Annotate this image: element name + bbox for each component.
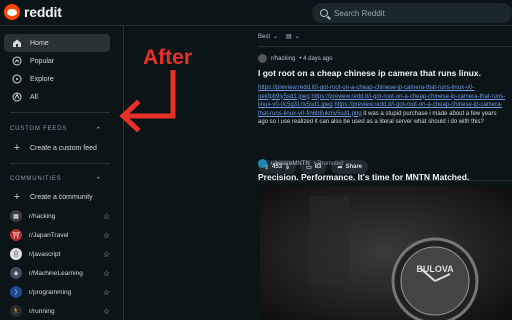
sort-label: Best — [258, 33, 271, 40]
community-item-machinelearning[interactable]: ◈ r/MachineLearning ☆ — [10, 266, 110, 280]
create-community-button[interactable]: + Create a community — [4, 188, 110, 206]
community-avatar: ⛩ — [10, 229, 22, 241]
post-meta: r/hacking • 4 days ago — [258, 54, 332, 63]
communities-header[interactable]: COMMUNITIES ⌃ — [10, 176, 102, 184]
create-community-label: Create a community — [30, 193, 93, 201]
sidebar-divider — [10, 112, 110, 113]
community-item-programming[interactable]: ⟩ r/programming ☆ — [10, 285, 110, 299]
chevron-down-icon: ⌄ — [294, 34, 300, 40]
chevron-down-icon: ⌄ — [273, 34, 279, 40]
sort-dropdown[interactable]: Best ⌄ — [258, 33, 279, 41]
star-icon[interactable]: ☆ — [103, 212, 110, 221]
post-title[interactable]: I got root on a cheap chinese ip camera … — [258, 68, 508, 79]
plus-icon: + — [13, 191, 21, 203]
post-time: • 4 days ago — [299, 55, 333, 62]
community-name: r/javascript — [29, 250, 61, 258]
annotation-after-label: After — [143, 46, 193, 69]
section-title: COMMUNITIES — [10, 176, 62, 182]
section-title: CUSTOM FEEDS — [10, 126, 68, 132]
home-icon — [12, 38, 22, 48]
promoted-post-title[interactable]: Precision. Performance. It's time for MN… — [258, 172, 508, 183]
advertiser-avatar — [258, 159, 267, 168]
community-avatar: {} — [10, 248, 22, 260]
top-bar: reddit — [0, 0, 512, 26]
brand-name: reddit — [24, 4, 62, 20]
sidebar-item-all[interactable]: All — [4, 88, 110, 106]
share-label: Share — [345, 164, 363, 170]
reddit-logo[interactable]: reddit — [4, 4, 62, 20]
sidebar-item-label: Popular — [30, 57, 55, 65]
chevron-up-icon: ⌃ — [95, 127, 102, 134]
sidebar-item-popular[interactable]: Popular — [4, 52, 110, 70]
sidebar-divider — [10, 163, 110, 164]
community-item-javascript[interactable]: {} r/javascript ☆ — [10, 247, 110, 261]
star-icon[interactable]: ☆ — [103, 250, 110, 259]
feed-sort-bar: Best ⌄ ▤ ⌄ — [258, 33, 300, 41]
all-icon — [12, 92, 22, 102]
sidebar-item-label: All — [30, 93, 38, 101]
promoted-post-meta: u/weareMNTN • Promoted — [258, 159, 343, 168]
community-name: r/MachineLearning — [29, 269, 83, 277]
explore-icon — [12, 74, 22, 84]
star-icon[interactable]: ☆ — [103, 307, 110, 316]
community-item-hacking[interactable]: ▦ r/hacking ☆ — [10, 209, 110, 223]
search-icon — [320, 9, 328, 17]
svg-text:BULOVA: BULOVA — [416, 264, 454, 274]
search-bar[interactable] — [312, 3, 512, 23]
post-divider — [258, 46, 512, 47]
post-subreddit[interactable]: r/hacking — [271, 56, 295, 62]
community-avatar: ▦ — [10, 210, 22, 222]
ad-image[interactable]: BULOVA — [260, 186, 512, 320]
community-name: r/programming — [29, 288, 72, 296]
star-icon[interactable]: ☆ — [103, 288, 110, 297]
left-sidebar: Home Popular Explore All CUSTOM FEEDS ⌃ … — [0, 26, 124, 320]
main-feed: Best ⌄ ▤ ⌄ r/hacking • 4 days ago I got … — [250, 26, 512, 320]
star-icon[interactable]: ☆ — [103, 269, 110, 278]
sidebar-item-label: Explore — [30, 75, 54, 83]
create-custom-feed-button[interactable]: + Create a custom feed — [4, 139, 110, 157]
sidebar-item-explore[interactable]: Explore — [4, 70, 110, 88]
community-name: r/hacking — [29, 212, 56, 220]
community-avatar: ◈ — [10, 267, 22, 279]
create-custom-feed-label: Create a custom feed — [30, 144, 97, 152]
community-item-running[interactable]: 🏃 r/running ☆ — [10, 304, 110, 318]
layout-icon: ▤ — [286, 34, 292, 40]
search-input[interactable] — [334, 8, 494, 18]
plus-icon: + — [13, 142, 21, 154]
community-avatar: 🏃 — [10, 305, 22, 317]
view-toggle[interactable]: ▤ ⌄ — [286, 33, 300, 40]
post-subreddit[interactable]: u/weareMNTN — [271, 161, 310, 167]
watch-image: BULOVA — [260, 186, 512, 320]
annotation-arrow-icon — [119, 70, 176, 132]
community-avatar: ⟩ — [10, 286, 22, 298]
sidebar-item-label: Home — [30, 39, 49, 47]
star-icon[interactable]: ☆ — [103, 231, 110, 240]
promoted-label: • Promoted — [313, 160, 344, 167]
sidebar-item-home[interactable]: Home — [4, 34, 110, 52]
community-name: r/JapanTravel — [29, 231, 69, 239]
post-body: https://preview.redd.it/i-got-root-on-a-… — [258, 84, 508, 154]
custom-feeds-header[interactable]: CUSTOM FEEDS ⌃ — [10, 126, 102, 134]
subreddit-avatar — [258, 54, 267, 63]
chevron-up-icon: ⌃ — [95, 177, 102, 184]
popular-icon — [12, 56, 22, 66]
reddit-snoo-icon — [4, 4, 20, 20]
community-item-japantravel[interactable]: ⛩ r/JapanTravel ☆ — [10, 228, 110, 242]
community-name: r/running — [29, 307, 55, 315]
